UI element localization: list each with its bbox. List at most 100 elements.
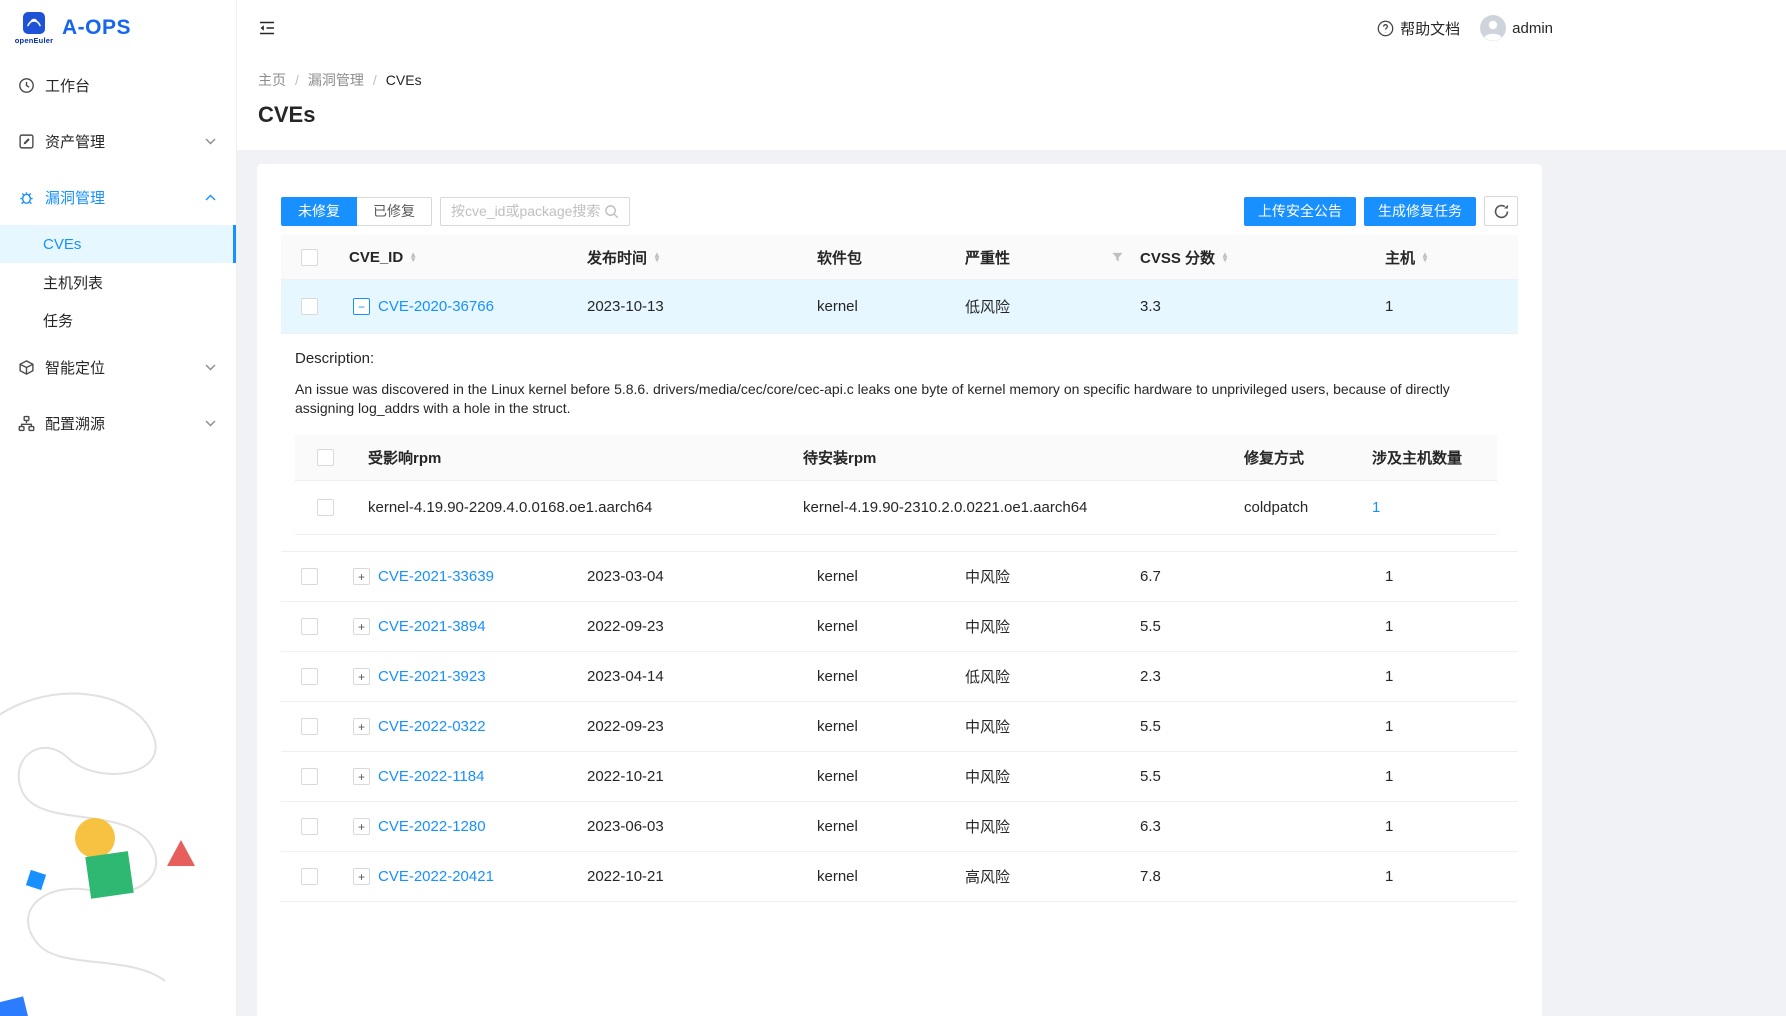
cve-link[interactable]: CVE-2022-20421 <box>378 868 494 885</box>
sidebar-item-smart-location[interactable]: 智能定位 <box>0 347 236 387</box>
row-checkbox[interactable] <box>301 618 318 635</box>
sidebar-item-workbench[interactable]: 工作台 <box>0 65 236 105</box>
sidebar-item-asset-mgmt[interactable]: 资产管理 <box>0 121 236 161</box>
page-head: 主页 / 漏洞管理 / CVEs CVEs <box>237 56 1786 150</box>
column-header-severity[interactable]: 严重性 <box>965 247 1140 268</box>
vuln-mgmt-submenu: CVEs 主机列表 任务 <box>0 225 236 339</box>
column-header-cvss-score[interactable]: CVSS 分数 ▲▼ <box>1140 247 1385 268</box>
sidebar-item-tasks[interactable]: 任务 <box>0 301 236 339</box>
green-square-shape <box>85 851 133 899</box>
table-row: + CVE-2022-1184 2022-10-21 kernel 中风险 5.… <box>281 752 1518 802</box>
cve-link[interactable]: CVE-2021-3894 <box>378 618 486 635</box>
column-label: CVSS 分数 <box>1140 247 1215 268</box>
help-docs-label: 帮助文档 <box>1400 18 1460 39</box>
select-all-checkbox[interactable] <box>301 249 318 266</box>
severity-cell: 中风险 <box>965 716 1140 737</box>
cve-link[interactable]: CVE-2021-3923 <box>378 668 486 685</box>
sidebar-item-label: 配置溯源 <box>45 413 195 434</box>
filter-icon[interactable] <box>1111 251 1124 264</box>
cve-link[interactable]: CVE-2022-1184 <box>378 768 484 785</box>
refresh-icon <box>1493 203 1510 220</box>
column-header-cve-id[interactable]: CVE_ID ▲▼ <box>337 249 587 266</box>
host-count-link[interactable]: 1 <box>1372 499 1380 516</box>
rpm-row-checkbox[interactable] <box>317 499 334 516</box>
main-area: 帮助文档 admin 主页 / 漏洞管理 / CVEs CVEs 未修复 <box>237 0 1786 1016</box>
cve-card: 未修复 已修复 上传安全公告 生成修复任务 <box>257 164 1542 1016</box>
expand-row-button[interactable]: + <box>353 718 370 735</box>
rpm-table: 受影响rpm 待安装rpm 修复方式 涉及主机数量 kernel-4.19.90… <box>295 435 1497 535</box>
expand-row-button[interactable]: + <box>353 818 370 835</box>
description-label: Description: <box>295 350 1497 367</box>
expand-row-button[interactable]: + <box>353 868 370 885</box>
column-header-hosts[interactable]: 主机 ▲▼ <box>1385 247 1518 268</box>
install-rpm-cell: kernel-4.19.90-2310.2.0.0221.oe1.aarch64 <box>803 499 1244 516</box>
description-text: An issue was discovered in the Linux ker… <box>295 380 1490 418</box>
sidebar-item-vuln-mgmt[interactable]: 漏洞管理 <box>0 177 236 217</box>
sidebar-item-host-list[interactable]: 主机列表 <box>0 263 236 301</box>
edit-square-icon <box>18 133 35 150</box>
username: admin <box>1512 20 1553 37</box>
column-header-package: 软件包 <box>817 247 965 268</box>
row-checkbox[interactable] <box>301 298 318 315</box>
cve-link[interactable]: CVE-2022-0322 <box>378 718 486 735</box>
sidebar-item-cves[interactable]: CVEs <box>0 225 236 263</box>
row-checkbox[interactable] <box>301 568 318 585</box>
upload-advisory-button[interactable]: 上传安全公告 <box>1244 197 1356 226</box>
expand-row-button[interactable]: + <box>353 768 370 785</box>
host-count-cell: 1 <box>1385 768 1518 785</box>
severity-cell: 低风险 <box>965 296 1140 317</box>
app-name: A-OPS <box>62 16 131 40</box>
expand-row-button[interactable]: + <box>353 668 370 685</box>
help-docs-link[interactable]: 帮助文档 <box>1377 18 1460 39</box>
app-logo[interactable]: openEuler A-OPS <box>0 0 236 56</box>
openeuler-logo-text: openEuler <box>15 36 53 45</box>
table-row: + CVE-2022-1280 2023-06-03 kernel 中风险 6.… <box>281 802 1518 852</box>
row-checkbox[interactable] <box>301 818 318 835</box>
publish-date-cell: 2023-06-03 <box>587 818 817 835</box>
yellow-circle-shape <box>75 818 115 858</box>
column-label: 严重性 <box>965 247 1010 268</box>
package-cell: kernel <box>817 768 965 785</box>
expand-row-button[interactable]: − <box>353 298 370 315</box>
sidebar-collapse-button[interactable] <box>258 19 276 37</box>
filter-fixed-button[interactable]: 已修复 <box>357 197 432 226</box>
cve-link[interactable]: CVE-2022-1280 <box>378 818 486 835</box>
row-checkbox[interactable] <box>301 868 318 885</box>
row-checkbox[interactable] <box>301 768 318 785</box>
column-header-publish-date[interactable]: 发布时间 ▲▼ <box>587 247 817 268</box>
breadcrumb-home[interactable]: 主页 <box>258 70 286 90</box>
refresh-button[interactable] <box>1484 196 1518 226</box>
search-input[interactable] <box>451 203 604 219</box>
question-circle-icon <box>1377 20 1394 37</box>
cve-link[interactable]: CVE-2021-33639 <box>378 568 494 585</box>
chevron-down-icon <box>205 138 216 145</box>
sort-icon[interactable]: ▲▼ <box>409 252 417 263</box>
row-checkbox[interactable] <box>301 718 318 735</box>
publish-date-cell: 2022-10-21 <box>587 868 817 885</box>
expand-row-button[interactable]: + <box>353 618 370 635</box>
expand-row-button[interactable]: + <box>353 568 370 585</box>
column-header-fix-method: 修复方式 <box>1244 447 1372 468</box>
chevron-down-icon <box>205 364 216 371</box>
sidebar-item-config-trace[interactable]: 配置溯源 <box>0 403 236 443</box>
package-cell: kernel <box>817 618 965 635</box>
row-checkbox[interactable] <box>301 668 318 685</box>
cvss-score-cell: 6.3 <box>1140 818 1385 835</box>
sort-icon[interactable]: ▲▼ <box>1221 252 1229 263</box>
column-label: 主机 <box>1385 247 1415 268</box>
sort-icon[interactable]: ▲▼ <box>653 252 661 263</box>
table-row: − CVE-2020-36766 2023-10-13 kernel 低风险 3… <box>281 280 1518 334</box>
rpm-select-all-checkbox[interactable] <box>317 449 334 466</box>
cube-icon <box>18 359 35 376</box>
cve-link[interactable]: CVE-2020-36766 <box>378 298 494 315</box>
user-menu[interactable]: admin <box>1480 15 1553 41</box>
search-icon[interactable] <box>604 204 619 219</box>
breadcrumb-vuln-mgmt[interactable]: 漏洞管理 <box>308 70 364 90</box>
sort-icon[interactable]: ▲▼ <box>1421 252 1429 263</box>
generate-fix-task-button[interactable]: 生成修复任务 <box>1364 197 1476 226</box>
column-label: CVE_ID <box>349 249 403 266</box>
severity-cell: 高风险 <box>965 866 1140 887</box>
filter-unfixed-button[interactable]: 未修复 <box>281 197 357 226</box>
cvss-score-cell: 5.5 <box>1140 768 1385 785</box>
table-body: − CVE-2020-36766 2023-10-13 kernel 低风险 3… <box>281 280 1518 902</box>
